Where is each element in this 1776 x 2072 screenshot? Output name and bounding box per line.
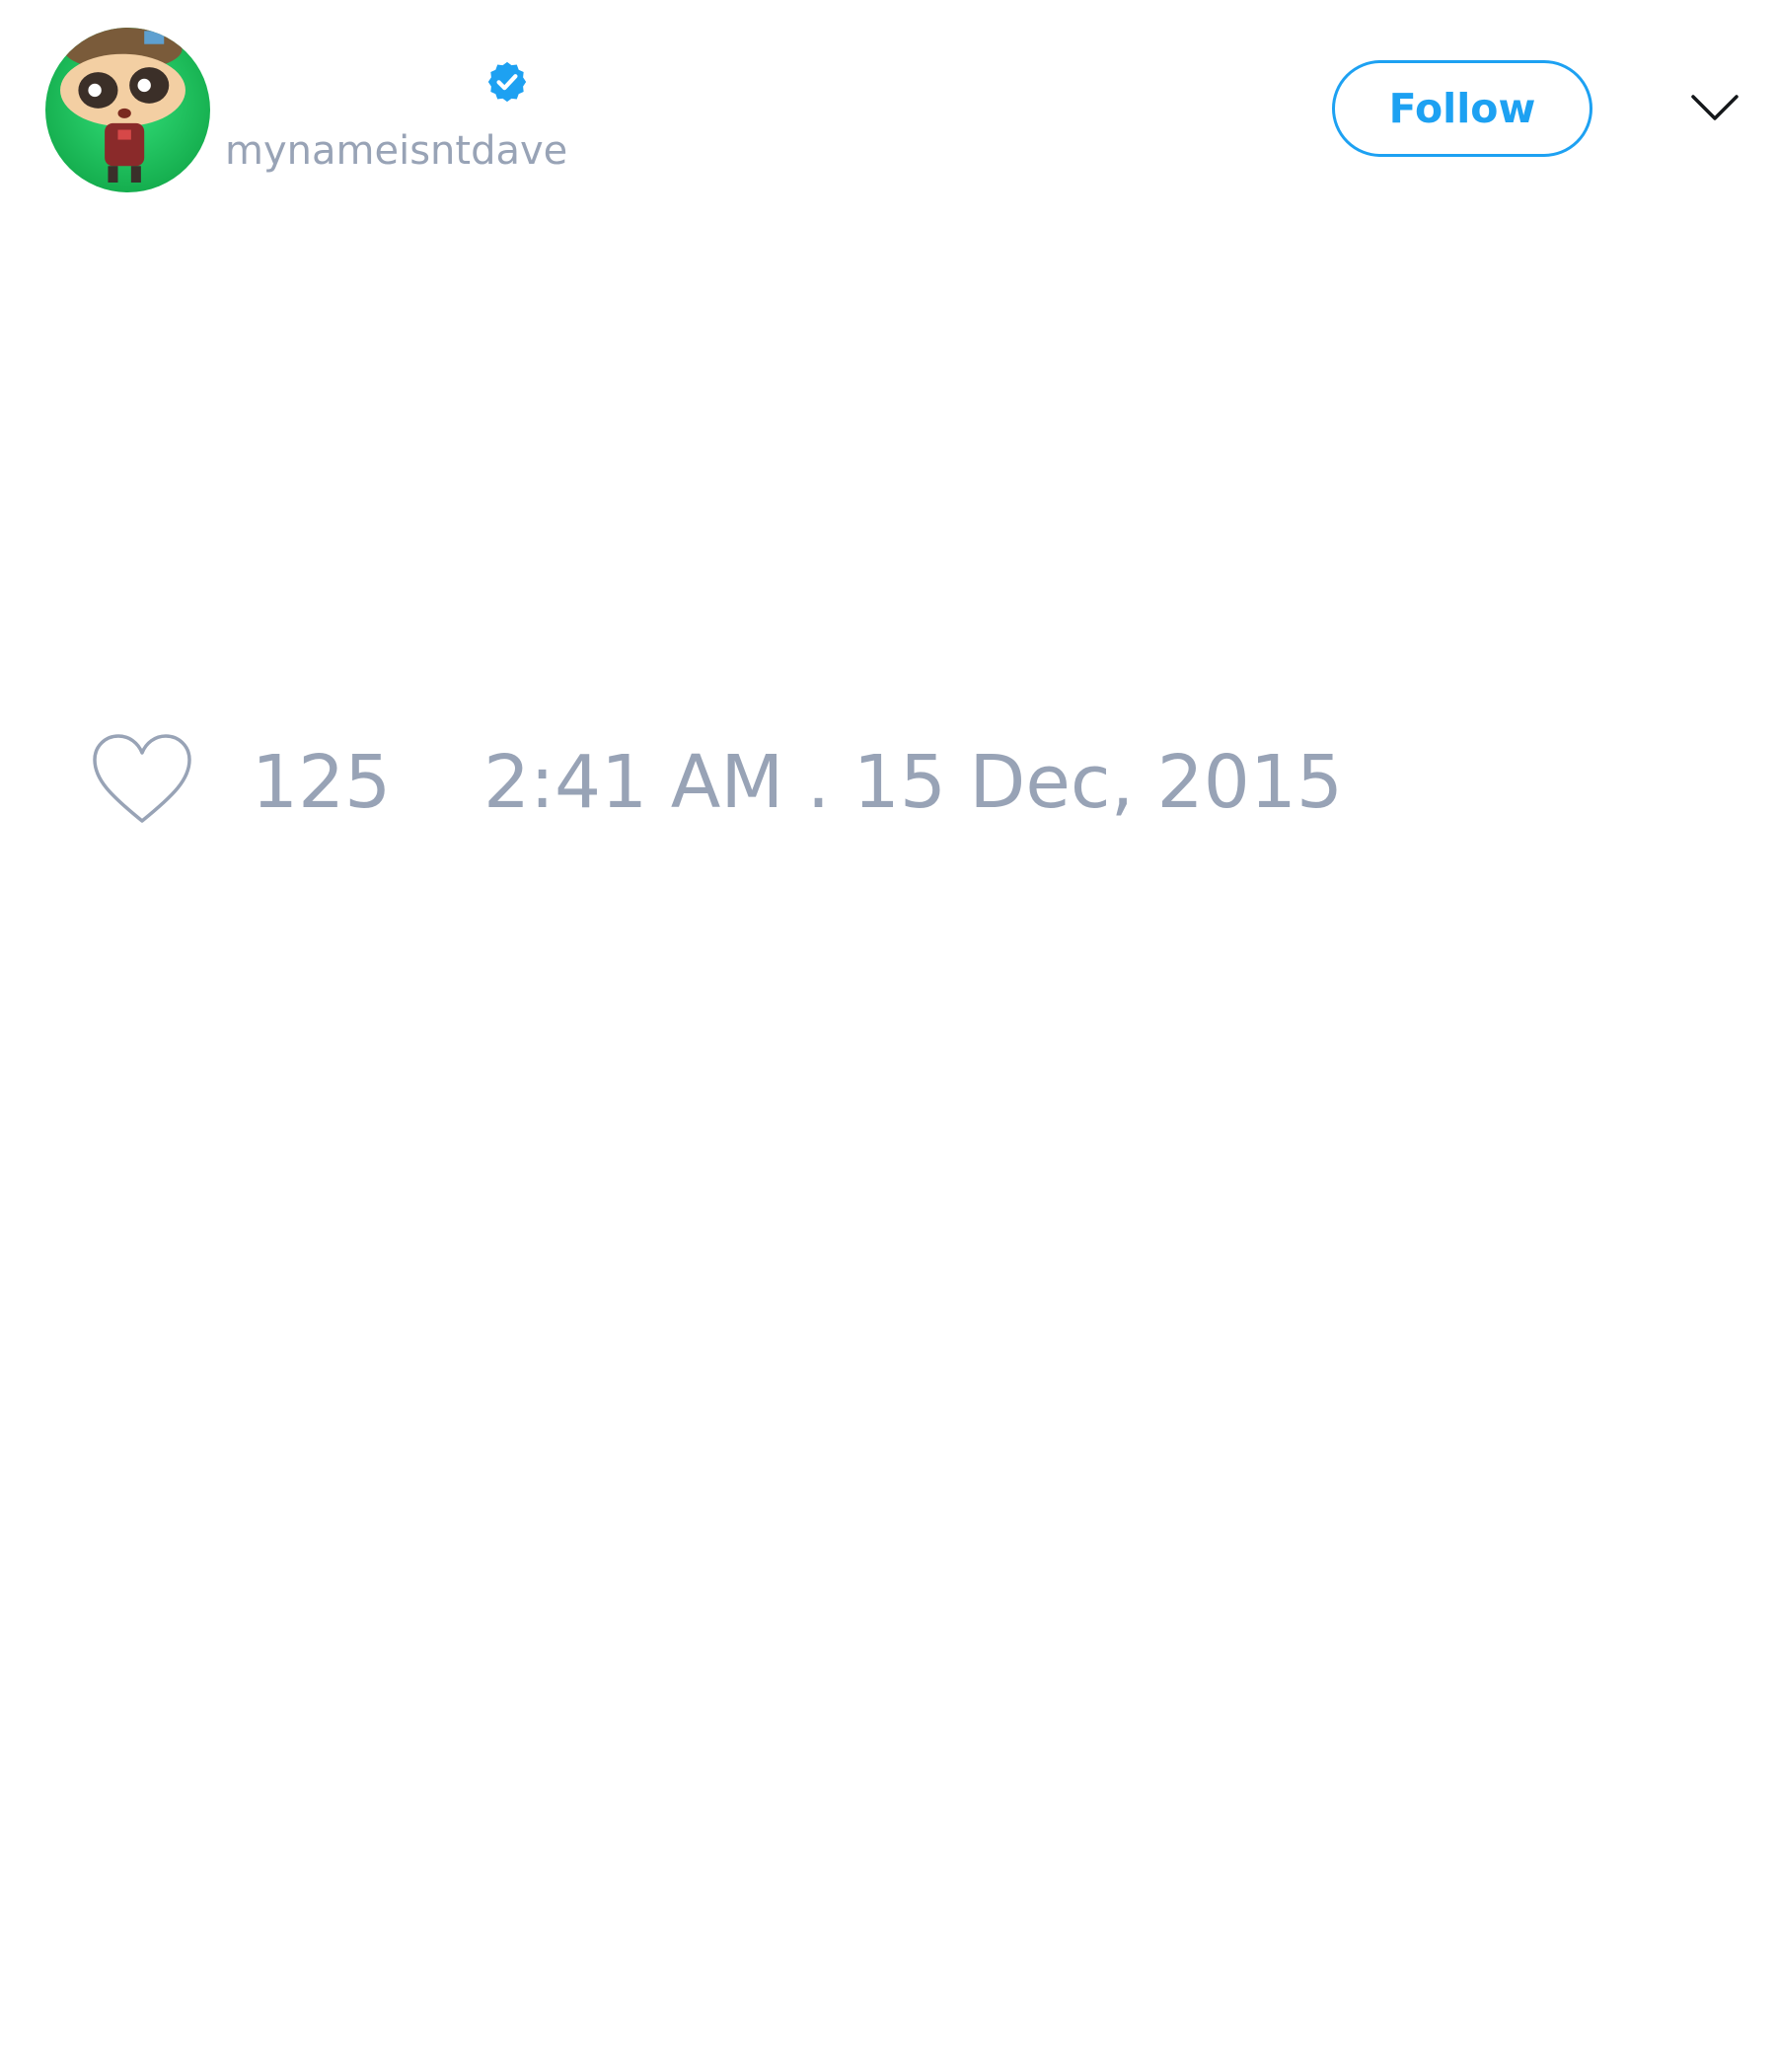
tweet-header: mynameisntdave Follow [0, 0, 1776, 217]
chevron-down-icon[interactable] [1689, 89, 1740, 128]
like-count: 125 [252, 740, 392, 825]
tweet-footer: 125 2:41 AM . 15 Dec, 2015 [0, 710, 1776, 849]
follow-button[interactable]: Follow [1332, 60, 1592, 157]
user-handle[interactable]: mynameisntdave [225, 126, 567, 176]
cartoon-character-avatar-icon [45, 28, 210, 192]
verified-badge-icon [484, 59, 530, 105]
avatar[interactable] [45, 28, 210, 192]
tweet-timestamp[interactable]: 2:41 AM . 15 Dec, 2015 [483, 738, 1343, 827]
heart-outline-icon[interactable] [89, 732, 195, 827]
